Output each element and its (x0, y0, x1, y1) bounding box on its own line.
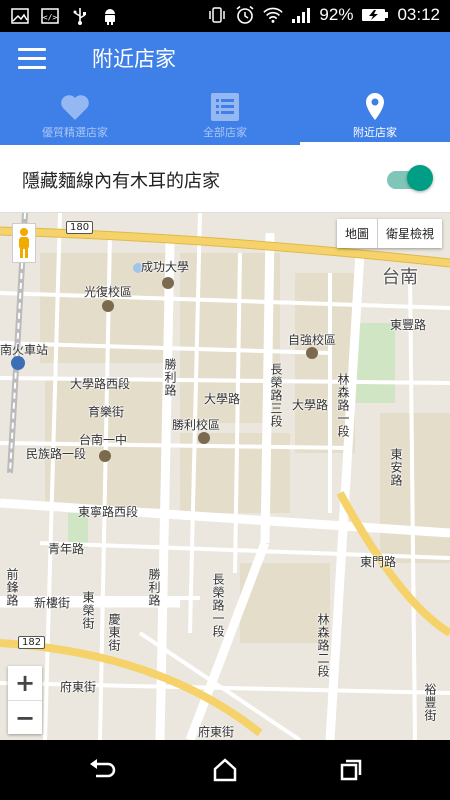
map-label: 大學路 (204, 392, 241, 406)
map-view[interactable]: 成功大學 光復校區 自強校區 勝利校區 大學路西段 大學路 大學路 育樂街 台南… (0, 213, 450, 740)
map-label: 成功大學 (141, 260, 190, 274)
signal-icon (291, 5, 311, 25)
map-label: 長榮路三段 (269, 363, 283, 428)
zoom-in-button[interactable]: + (8, 666, 42, 700)
road-number: 180 (66, 221, 94, 234)
map-type-satellite-button[interactable]: 衛星檢視 (376, 219, 442, 248)
vibrate-icon (207, 5, 227, 25)
map-label: 新樓街 (34, 596, 71, 610)
tab-all-shops[interactable]: 全部店家 (150, 84, 300, 145)
map-label: 林森路一段 (336, 373, 350, 438)
app-bar: 附近店家 優質精選店家 全部店家 附近店家 (0, 32, 450, 145)
map-label: 勝利路 (163, 358, 177, 397)
filter-label: 隱藏麵線內有木耳的店家 (22, 171, 220, 192)
map-label: 育樂街 (88, 405, 125, 419)
road-number: 182 (18, 636, 46, 649)
map-label: 台南 (382, 267, 418, 288)
back-icon[interactable] (86, 755, 116, 785)
map-label: 前鋒路 (5, 568, 19, 607)
home-icon[interactable] (210, 755, 240, 785)
map-label: 府東街 (60, 680, 97, 694)
system-nav-bar (0, 740, 450, 800)
wifi-icon (263, 5, 284, 25)
map-label: 大學路西段 (70, 377, 131, 391)
recents-icon[interactable] (336, 755, 366, 785)
map-label: 慶東街 (107, 613, 121, 652)
map-label: 林森路二段 (316, 613, 330, 678)
map-label: 東豐路 (390, 318, 427, 332)
battery-percent: 92% (319, 5, 354, 24)
image-icon (10, 6, 30, 26)
code-icon: </> (40, 6, 60, 26)
map-label: 台南一中 (79, 433, 128, 447)
zoom-out-button[interactable]: − (8, 700, 42, 734)
map-label: 東榮街 (81, 591, 95, 630)
hamburger-menu-icon[interactable] (18, 48, 46, 70)
hide-wood-ear-toggle[interactable] (387, 165, 433, 191)
tab-label: 附近店家 (353, 126, 397, 139)
map-label: 勝利路 (147, 568, 161, 607)
battery-charging-icon (361, 5, 389, 25)
map-label: 青年路 (48, 542, 85, 556)
tab-label: 全部店家 (203, 126, 247, 139)
map-label: 東寧路西段 (78, 505, 139, 519)
map-label: 民族路一段 (26, 447, 87, 461)
map-label: 東安路 (389, 448, 403, 487)
map-type-map-button[interactable]: 地圖 (337, 219, 377, 248)
map-label: 南火車站 (0, 343, 49, 357)
toggle-thumb (407, 165, 433, 191)
svg-text:</>: </> (43, 13, 58, 22)
status-bar: </> 92% 03:12 (0, 0, 450, 32)
clock: 03:12 (397, 5, 440, 24)
map-label: 勝利校區 (172, 418, 221, 432)
alarm-icon (235, 5, 255, 25)
map-label: 長榮路一段 (211, 573, 225, 638)
map-type-control: 地圖 衛星檢視 (336, 219, 442, 248)
zoom-control: + − (8, 666, 42, 734)
map-label: 東門路 (360, 555, 397, 569)
map-label: 府東街 (198, 725, 235, 739)
location-pin-icon (358, 90, 392, 124)
map-canvas (0, 213, 450, 740)
street-view-pegman-icon[interactable] (12, 223, 36, 263)
page-title: 附近店家 (92, 47, 176, 71)
map-label: 大學路 (292, 398, 329, 412)
tab-nearby-shops[interactable]: 附近店家 (300, 84, 450, 145)
filter-row: 隱藏麵線內有木耳的店家 (0, 145, 450, 213)
map-label: 自強校區 (288, 333, 337, 347)
android-icon (100, 6, 120, 26)
heart-icon (58, 90, 92, 124)
map-label: 裕豐街 (423, 683, 437, 722)
toolbar: 附近店家 (0, 32, 450, 84)
map-label: 光復校區 (84, 285, 133, 299)
usb-icon (70, 6, 90, 26)
tab-label: 優質精選店家 (42, 126, 108, 139)
tab-bar: 優質精選店家 全部店家 附近店家 (0, 84, 450, 145)
list-icon (208, 90, 242, 124)
tab-featured-shops[interactable]: 優質精選店家 (0, 84, 150, 145)
